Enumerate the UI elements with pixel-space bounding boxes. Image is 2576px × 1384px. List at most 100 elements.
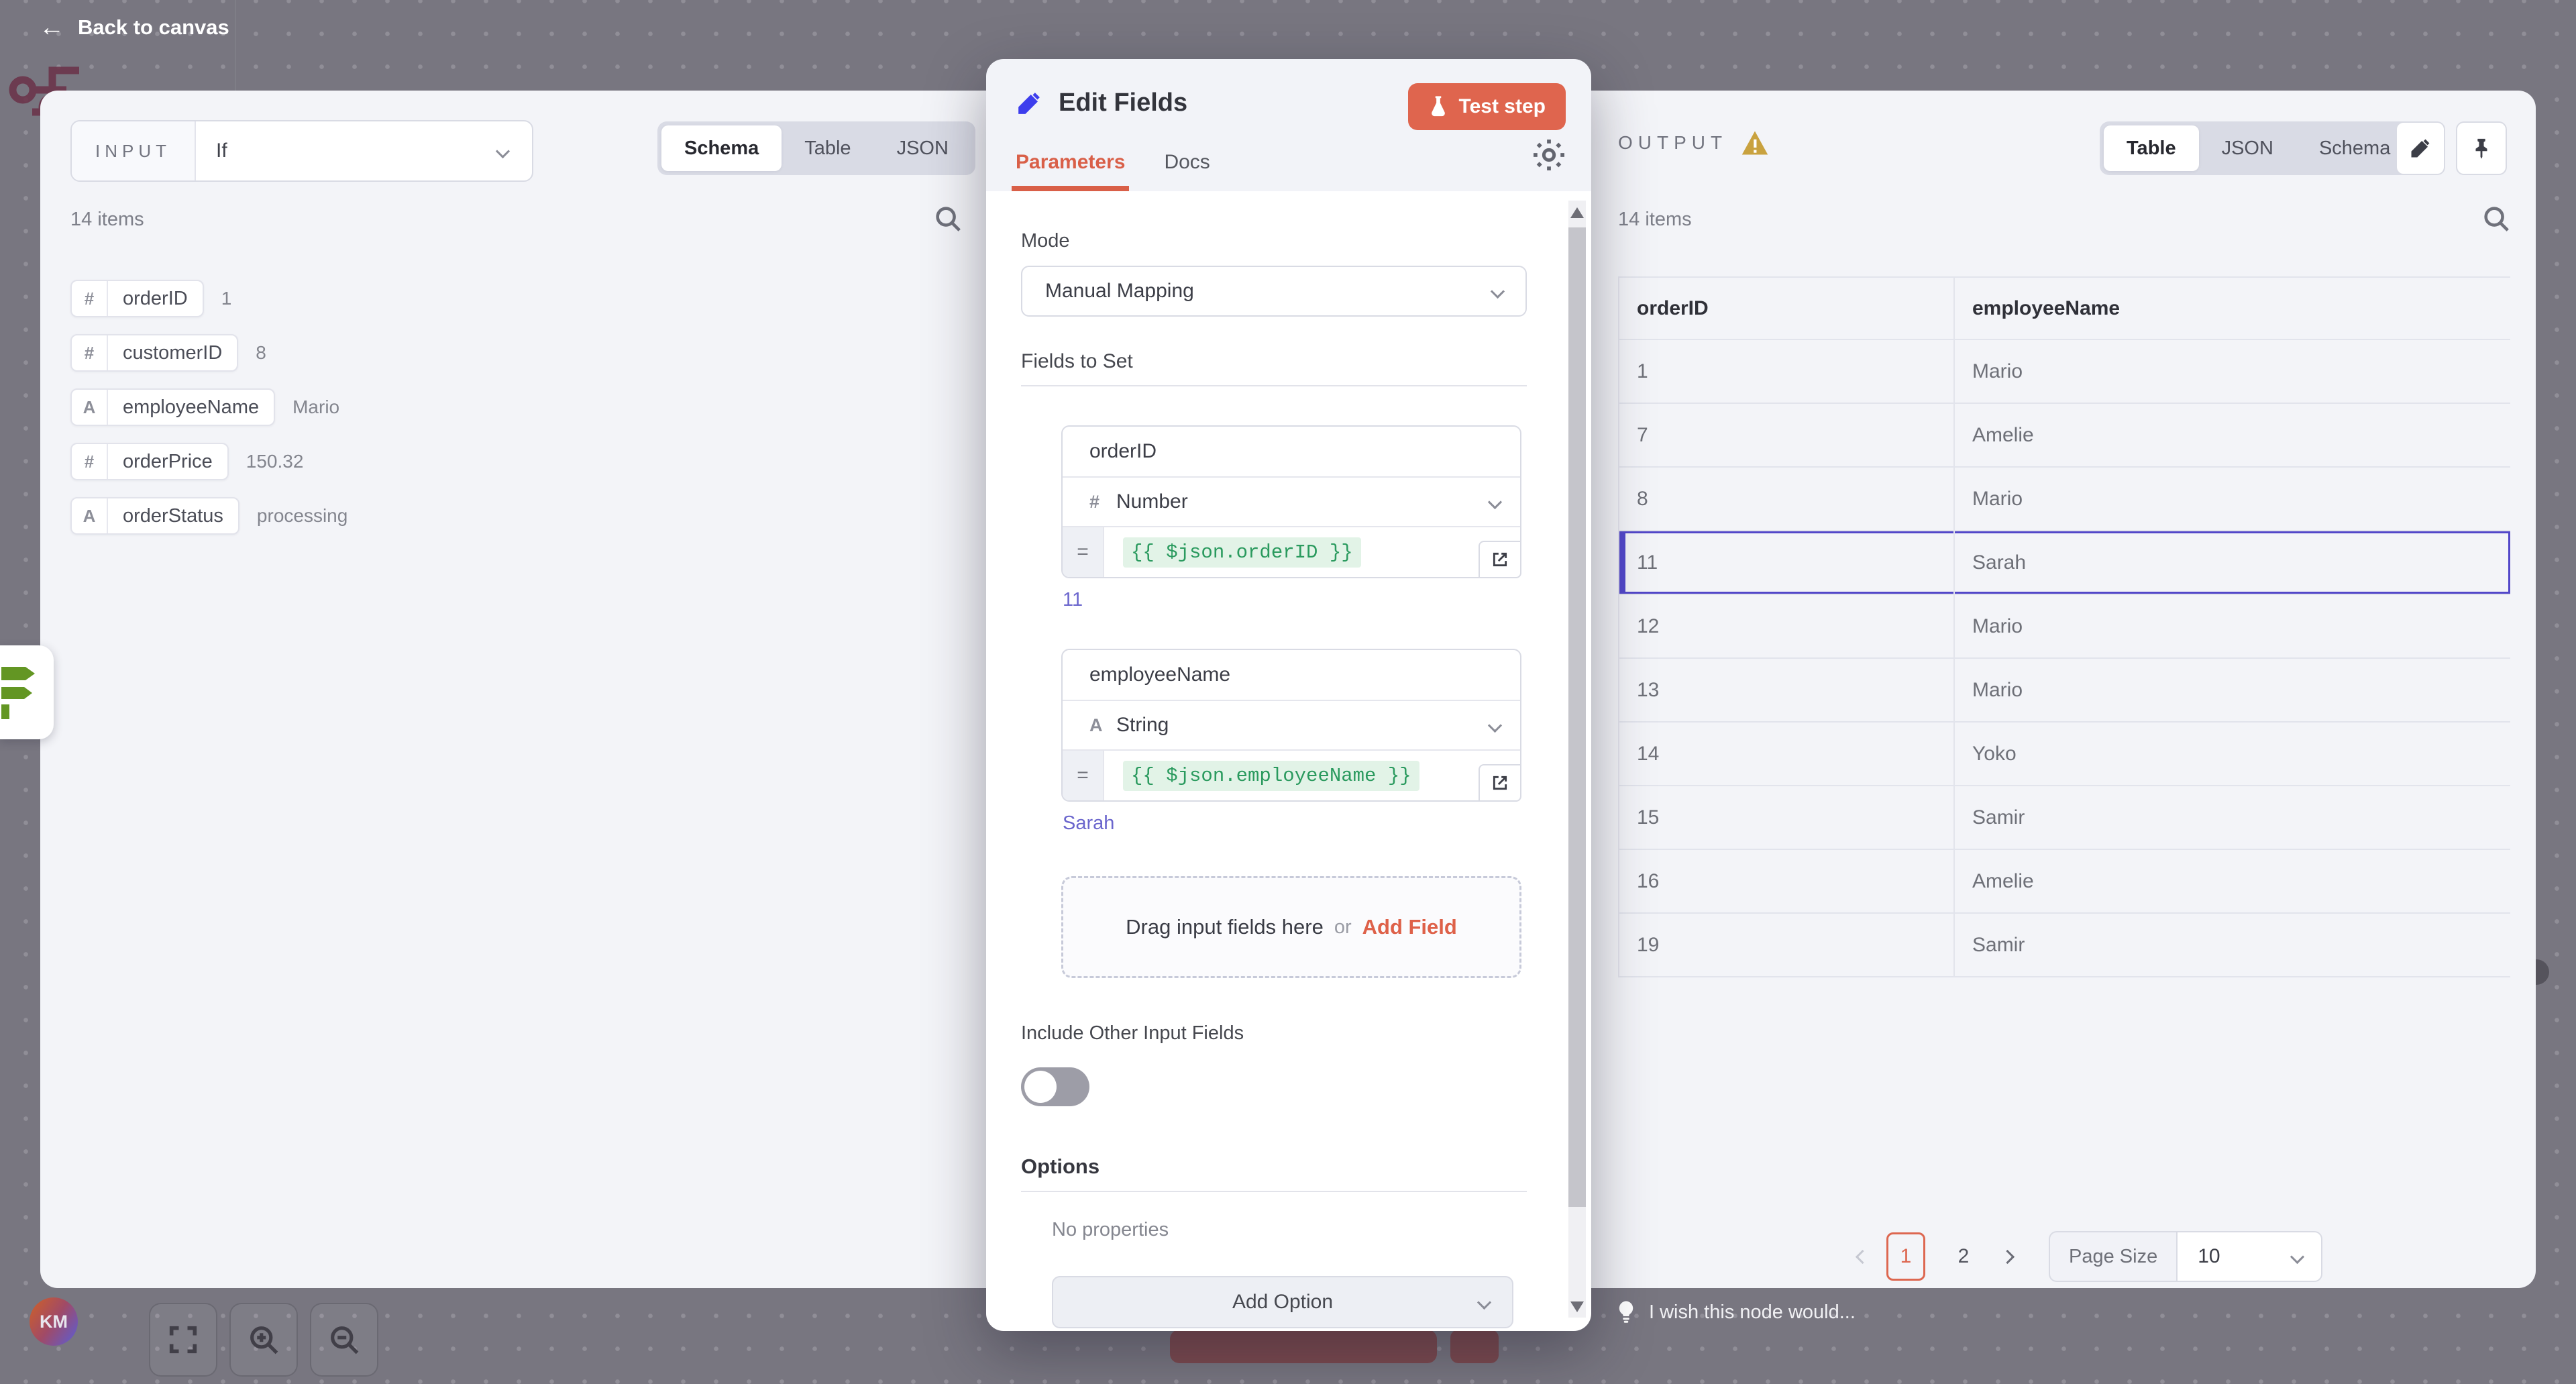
next-page-button[interactable] <box>1992 1252 2022 1262</box>
table-row[interactable]: 1 Mario <box>1619 340 2510 404</box>
tab-table[interactable]: Table <box>2104 125 2199 171</box>
chevron-down-icon <box>1477 1295 1491 1310</box>
schema-pill-employeename[interactable]: A employeeName <box>70 388 275 426</box>
edit-fields-modal: Edit Fields Test step Parameters Docs <box>986 59 1591 1331</box>
tab-parameters[interactable]: Parameters <box>1016 151 1125 191</box>
table-row[interactable]: 8 Mario <box>1619 468 2510 531</box>
input-source-select[interactable]: INPUT If <box>70 120 533 182</box>
expression-equals-badge: = <box>1063 751 1104 800</box>
include-other-fields-toggle[interactable] <box>1021 1067 1089 1106</box>
search-icon[interactable] <box>932 203 963 234</box>
table-row[interactable]: 12 Mario <box>1619 595 2510 659</box>
schema-item: A orderStatus processing <box>70 497 347 535</box>
node-feedback-link[interactable]: I wish this node would... <box>1615 1300 1856 1324</box>
schema-field-value: 1 <box>221 288 232 309</box>
mode-value: Manual Mapping <box>1045 280 1194 303</box>
tab-docs[interactable]: Docs <box>1164 151 1210 191</box>
field-value-row: = {{ $json.employeeName }} <box>1063 749 1520 800</box>
table-row[interactable]: 7 Amelie <box>1619 404 2510 468</box>
modal-body: Mode Manual Mapping Fields to Set orderI… <box>986 191 1591 1331</box>
input-items-count: 14 items <box>70 209 144 231</box>
test-step-button[interactable]: Test step <box>1408 83 1566 130</box>
input-source-value: If <box>216 140 227 162</box>
field-name-value: employeeName <box>1089 663 1230 686</box>
node-settings-button[interactable] <box>1534 140 1564 174</box>
schema-field-name: orderStatus <box>108 498 238 533</box>
input-schema-list: # orderID 1 # customerID 8 A employeeNam… <box>70 280 347 535</box>
add-option-button[interactable]: Add Option <box>1052 1276 1513 1328</box>
column-header-employeename[interactable]: employeeName <box>1953 278 2510 339</box>
drag-fields-dropzone[interactable]: Drag input fields here or Add Field <box>1061 876 1521 978</box>
chevron-down-icon <box>1488 494 1502 509</box>
column-header-orderid[interactable]: orderID <box>1619 278 1953 339</box>
field-type-value: Number <box>1116 490 1188 513</box>
schema-pill-orderstatus[interactable]: A orderStatus <box>70 497 239 535</box>
chevron-down-icon <box>1491 284 1505 298</box>
search-icon[interactable] <box>2481 203 2512 234</box>
tab-table[interactable]: Table <box>782 125 873 171</box>
expression-code: {{ $json.employeeName }} <box>1123 761 1419 791</box>
edit-fields-node-icon <box>1016 90 1042 117</box>
field-type-select[interactable]: A String <box>1063 700 1520 749</box>
if-node-card[interactable] <box>0 645 54 739</box>
chevron-down-icon <box>2290 1249 2304 1263</box>
field-name-input[interactable]: orderID <box>1063 427 1520 476</box>
page-size-select[interactable]: Page Size 10 <box>2049 1231 2322 1282</box>
previous-page-button[interactable] <box>1847 1252 1877 1262</box>
table-row[interactable]: 15 Samir <box>1619 786 2510 850</box>
back-to-canvas-link[interactable]: ← Back to canvas <box>39 15 229 40</box>
scroll-down-arrow[interactable] <box>1570 1301 1584 1312</box>
dimmed-canvas-button-small <box>1450 1330 1499 1363</box>
expression-input[interactable]: {{ $json.employeeName }} <box>1104 751 1520 800</box>
modal-scrollbar[interactable] <box>1568 201 1586 1318</box>
zoom-out-button[interactable] <box>310 1303 378 1377</box>
field-type-select[interactable]: # Number <box>1063 476 1520 526</box>
edit-output-button[interactable] <box>2396 121 2445 175</box>
options-label: Options <box>1021 1155 1512 1179</box>
table-row[interactable]: 13 Mario <box>1619 659 2510 723</box>
cell-orderid: 13 <box>1619 659 1953 721</box>
add-field-link[interactable]: Add Field <box>1362 915 1457 939</box>
scrollbar-thumb[interactable] <box>1568 227 1586 1207</box>
drag-or-text: or <box>1334 916 1352 939</box>
cell-orderid: 14 <box>1619 723 1953 785</box>
warning-icon[interactable] <box>1741 129 1769 156</box>
schema-pill-orderid[interactable]: # orderID <box>70 280 204 317</box>
tab-json[interactable]: JSON <box>2199 125 2296 171</box>
modal-header: Edit Fields Test step Parameters Docs <box>986 59 1591 191</box>
schema-pill-orderprice[interactable]: # orderPrice <box>70 443 229 480</box>
table-row-highlighted[interactable]: 11 Sarah <box>1619 531 2510 595</box>
table-row[interactable]: 16 Amelie <box>1619 850 2510 914</box>
table-row[interactable]: 14 Yoko <box>1619 723 2510 786</box>
number-type-icon: # <box>72 281 108 316</box>
tab-json[interactable]: JSON <box>874 125 971 171</box>
expression-input[interactable]: {{ $json.orderID }} <box>1104 527 1520 577</box>
tab-schema[interactable]: Schema <box>661 125 782 171</box>
divider <box>1021 1191 1527 1192</box>
output-table: orderID employeeName 1 Mario 7 Amelie 8 … <box>1618 276 2510 977</box>
table-header-row: orderID employeeName <box>1619 276 2510 340</box>
table-row[interactable]: 19 Samir <box>1619 914 2510 977</box>
fit-view-icon <box>166 1322 201 1357</box>
expression-code: {{ $json.orderID }} <box>1123 537 1361 568</box>
schema-pill-customerid[interactable]: # customerID <box>70 334 238 372</box>
expand-expression-icon <box>1491 774 1509 792</box>
cell-orderid: 8 <box>1619 468 1953 530</box>
page-2-button[interactable]: 2 <box>1944 1232 1983 1281</box>
pin-data-button[interactable] <box>2456 121 2507 175</box>
number-type-icon: # <box>72 444 108 479</box>
page-1-button[interactable]: 1 <box>1886 1232 1925 1281</box>
scroll-up-arrow[interactable] <box>1570 207 1584 218</box>
cell-employeename: Mario <box>1953 468 2510 530</box>
mode-select[interactable]: Manual Mapping <box>1021 266 1527 317</box>
field-name-input[interactable]: employeeName <box>1063 650 1520 700</box>
avatar-initials: KM <box>40 1312 68 1332</box>
zoom-in-button[interactable] <box>229 1303 298 1377</box>
open-expression-editor-button[interactable] <box>1479 541 1521 578</box>
cell-employeename: Mario <box>1953 659 2510 721</box>
test-step-label: Test step <box>1459 95 1546 118</box>
number-type-icon: # <box>1089 492 1116 513</box>
fit-view-button[interactable] <box>149 1303 217 1377</box>
avatar[interactable]: KM <box>30 1297 78 1346</box>
open-expression-editor-button[interactable] <box>1479 764 1521 802</box>
